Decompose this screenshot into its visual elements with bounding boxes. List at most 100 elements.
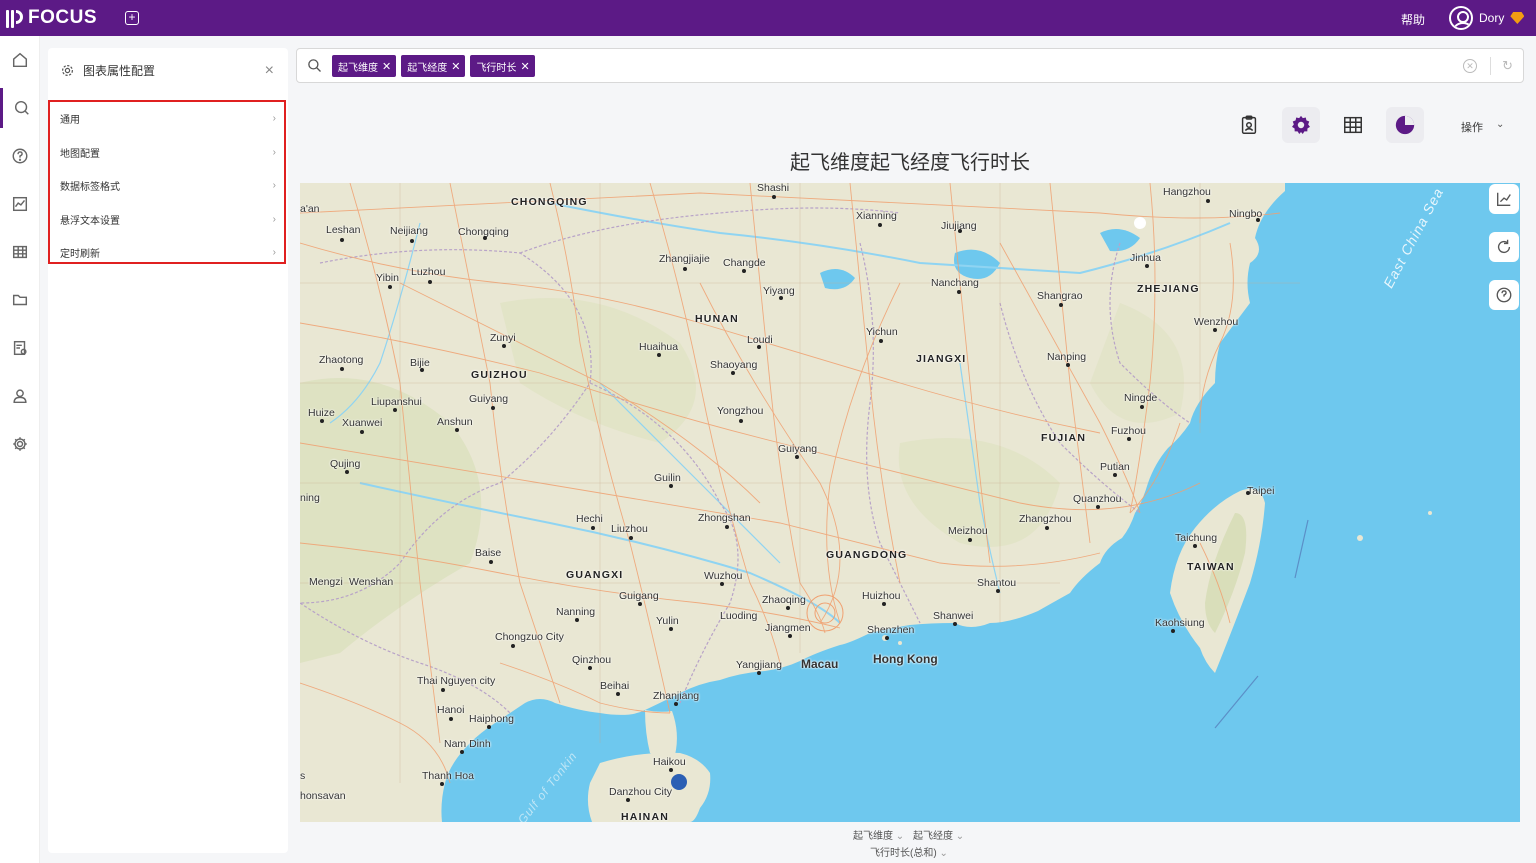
remove-token-icon[interactable]: ✕ — [520, 60, 529, 73]
city-dot — [588, 666, 592, 670]
config-panel-header: 图表属性配置 — [60, 62, 155, 79]
axis-chart-icon — [1497, 192, 1511, 206]
search-bar[interactable]: 起飞维度 ✕ 起飞经度 ✕ 飞行时长 ✕ ✕ ↻ — [296, 48, 1524, 83]
map-view[interactable]: CHONGQING HUNAN GUIZHOU JIANGXI ZHEJIANG… — [300, 183, 1520, 822]
help-link[interactable]: 帮助 — [1401, 11, 1425, 28]
map-label: honsavan — [300, 790, 346, 802]
map-label: Guigang — [619, 590, 659, 602]
config-item-label: 数据标签格式 — [60, 182, 120, 194]
vip-diamond-icon — [1510, 12, 1525, 24]
value-axis-selector[interactable]: 飞行时长(总和) ⌄ — [870, 844, 948, 859]
city-dot — [1256, 218, 1260, 222]
map-label: Shenzhen — [867, 624, 915, 636]
city-dot — [739, 419, 743, 423]
axis-label: 飞行时长(总和) — [870, 848, 937, 859]
city-dot — [420, 368, 424, 372]
city-dot — [511, 644, 515, 648]
remove-token-icon[interactable]: ✕ — [451, 60, 460, 73]
map-label: Hanoi — [437, 704, 465, 716]
city-dot — [1171, 629, 1175, 633]
user-menu[interactable]: Dory — [1449, 6, 1525, 30]
map-label: Ningde — [1124, 392, 1158, 404]
nav-task[interactable] — [0, 328, 40, 368]
nav-user[interactable] — [0, 376, 40, 416]
map-label: Shanwei — [933, 610, 974, 622]
token-label: 飞行时长 — [476, 62, 517, 74]
reset-map-button[interactable] — [1489, 232, 1519, 262]
map-label: Zhaoqing — [762, 594, 806, 606]
map-label: Luoding — [720, 610, 758, 622]
city-dot — [388, 285, 392, 289]
chart-board-icon — [12, 196, 28, 212]
table-view-button[interactable] — [1334, 107, 1372, 143]
config-item-map[interactable]: 地图配置 › — [50, 136, 284, 170]
map-label: Beihai — [600, 680, 630, 692]
map-label: Putian — [1100, 461, 1130, 473]
map-data-point[interactable] — [671, 774, 687, 790]
nav-folder[interactable] — [0, 280, 40, 320]
nav-help[interactable] — [0, 136, 40, 176]
map-label: CHONGQING — [511, 196, 588, 208]
map-label: Guilin — [654, 472, 681, 484]
map-label: Fuzhou — [1111, 425, 1147, 437]
map-label: HUNAN — [695, 313, 739, 325]
longitude-axis-selector[interactable]: 起飞经度 ⌄ — [913, 827, 964, 842]
city-dot — [1066, 363, 1070, 367]
city-dot — [1140, 405, 1144, 409]
city-dot — [441, 688, 445, 692]
map-base-layer — [300, 183, 1520, 822]
add-tab-button[interactable]: + — [125, 11, 139, 25]
map-label: FUJIAN — [1041, 432, 1087, 444]
city-dot — [885, 636, 889, 640]
refresh-icon[interactable]: ↻ — [1502, 58, 1513, 74]
pie-chart-icon — [1395, 115, 1415, 135]
table-icon — [1344, 116, 1362, 134]
chevron-down-icon[interactable]: ⌄ — [1496, 119, 1504, 130]
nav-home[interactable] — [0, 40, 40, 80]
map-label: HAINAN — [621, 811, 670, 822]
city-dot — [616, 692, 620, 696]
save-chart-button[interactable] — [1230, 107, 1268, 143]
operations-menu[interactable]: 操作 — [1461, 119, 1483, 135]
nav-dashboard[interactable] — [0, 184, 40, 224]
close-icon[interactable]: × — [265, 62, 274, 80]
config-item-refresh[interactable]: 定时刷新 › — [50, 236, 284, 270]
city-dot — [1246, 491, 1250, 495]
nav-table[interactable] — [0, 232, 40, 272]
map-label: Wenshan — [349, 576, 394, 588]
map-label: Mengzi — [309, 576, 343, 588]
nav-settings[interactable] — [0, 424, 40, 464]
city-dot — [489, 560, 493, 564]
chevron-right-icon: › — [272, 146, 276, 158]
gear-icon — [1292, 115, 1310, 134]
city-dot — [487, 725, 491, 729]
search-icon — [14, 100, 29, 115]
map-label: Huize — [308, 407, 335, 419]
city-dot — [683, 267, 687, 271]
map-label: Wenzhou — [1194, 316, 1239, 328]
map-label: Neijiang — [390, 225, 428, 237]
search-token[interactable]: 飞行时长 ✕ — [470, 55, 535, 77]
config-item-label: 定时刷新 — [60, 249, 100, 261]
clear-search-icon[interactable]: ✕ — [1463, 59, 1477, 73]
map-label: Jiangmen — [765, 622, 811, 634]
search-token[interactable]: 起飞维度 ✕ — [332, 55, 397, 77]
map-label: Thanh Hoa — [422, 770, 474, 782]
map-label: Hechi — [576, 513, 603, 525]
remove-token-icon[interactable]: ✕ — [382, 60, 391, 73]
config-item-tooltip[interactable]: 悬浮文本设置 › — [50, 203, 284, 237]
chart-settings-button[interactable] — [1282, 107, 1320, 143]
axis-toggle-button[interactable] — [1489, 184, 1519, 214]
latitude-axis-selector[interactable]: 起飞维度 ⌄ — [853, 827, 904, 842]
city-dot — [1206, 199, 1210, 203]
chevron-right-icon: › — [272, 247, 276, 259]
chart-type-button[interactable] — [1386, 107, 1424, 143]
map-help-button[interactable] — [1489, 280, 1519, 310]
table-icon — [12, 245, 28, 259]
config-item-general[interactable]: 通用 › — [50, 102, 284, 136]
app-logo[interactable]: FOCUS — [6, 7, 97, 29]
config-item-data-label[interactable]: 数据标签格式 › — [50, 169, 284, 203]
city-dot — [1127, 437, 1131, 441]
nav-search[interactable] — [0, 88, 40, 128]
search-token[interactable]: 起飞经度 ✕ — [401, 55, 466, 77]
